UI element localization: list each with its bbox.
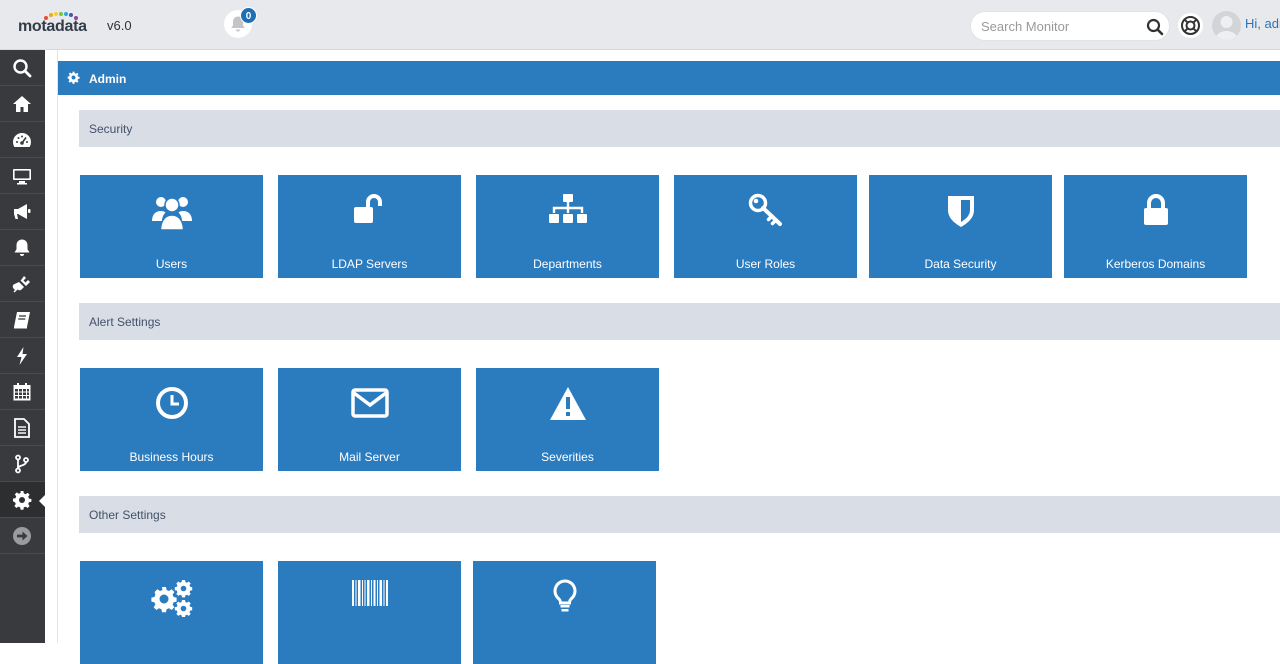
tile-mail-server[interactable]: Mail Server bbox=[278, 368, 461, 471]
search-box bbox=[970, 11, 1170, 41]
tile-business-hours[interactable]: Business Hours bbox=[80, 368, 263, 471]
search-icon[interactable] bbox=[1146, 18, 1164, 36]
help-button[interactable] bbox=[1178, 13, 1203, 38]
tile-label: Departments bbox=[533, 257, 602, 271]
sidebar-item-schedule[interactable] bbox=[0, 374, 45, 410]
alarm-bell-icon bbox=[14, 239, 30, 256]
sidebar-item-topology[interactable] bbox=[0, 446, 45, 482]
section-header-alert-settings: Alert Settings bbox=[79, 303, 1280, 340]
sitemap-icon bbox=[548, 194, 587, 223]
section-title: Security bbox=[89, 122, 133, 136]
sidebar-item-dashboard[interactable] bbox=[0, 122, 45, 158]
plug-icon bbox=[12, 276, 30, 293]
sidebar-item-search[interactable] bbox=[0, 50, 45, 86]
calendar-icon bbox=[13, 383, 31, 401]
shield-icon bbox=[947, 196, 974, 227]
user-silhouette-icon bbox=[1215, 16, 1238, 40]
search-icon bbox=[13, 59, 32, 78]
user-avatar[interactable] bbox=[1212, 11, 1241, 40]
tile-tips[interactable] bbox=[473, 561, 656, 664]
user-greeting[interactable]: Hi, adm bbox=[1245, 16, 1280, 31]
users-icon bbox=[151, 197, 192, 231]
gear-icon bbox=[13, 491, 32, 510]
sidebar-item-plugins[interactable] bbox=[0, 266, 45, 302]
tile-label: Data Security bbox=[924, 257, 997, 271]
clock-icon bbox=[155, 387, 188, 419]
gears-icon bbox=[150, 580, 192, 617]
tile-departments[interactable]: Departments bbox=[476, 175, 659, 278]
tile-label: User Roles bbox=[735, 257, 796, 271]
sidebar-item-runbooks[interactable] bbox=[0, 302, 45, 338]
envelope-icon bbox=[350, 388, 389, 418]
tile-ldap-servers[interactable]: LDAP Servers bbox=[278, 175, 461, 278]
tile-label: Users bbox=[155, 257, 188, 271]
tile-users[interactable]: Users bbox=[80, 175, 263, 278]
tile-license[interactable] bbox=[278, 561, 461, 664]
sidebar-item-home[interactable] bbox=[0, 86, 45, 122]
monitor-icon bbox=[13, 169, 31, 185]
logo-text: motadata bbox=[18, 18, 87, 35]
sidebar-item-announcements[interactable] bbox=[0, 194, 45, 230]
bolt-icon bbox=[17, 347, 27, 365]
tile-system-settings[interactable] bbox=[80, 561, 263, 664]
tile-label: Kerberos Domains bbox=[1105, 257, 1206, 271]
top-bar: motadata v6.0 0 Hi, adm bbox=[0, 0, 1280, 50]
admin-header-bar: Admin bbox=[58, 61, 1280, 95]
home-icon bbox=[13, 96, 31, 112]
tile-data-security[interactable]: Data Security bbox=[869, 175, 1052, 278]
tile-kerberos-domains[interactable]: Kerberos Domains bbox=[1064, 175, 1247, 278]
notification-count-badge: 0 bbox=[240, 7, 257, 24]
section-title: Other Settings bbox=[89, 508, 166, 522]
report-icon bbox=[14, 418, 30, 438]
key-icon bbox=[748, 193, 782, 226]
tile-severities[interactable]: Severities bbox=[476, 368, 659, 471]
sidebar-item-actions[interactable] bbox=[0, 338, 45, 374]
tile-label: Mail Server bbox=[339, 450, 400, 464]
dashboard-icon bbox=[13, 133, 32, 147]
tile-label: Business Hours bbox=[129, 450, 214, 464]
branch-icon bbox=[15, 454, 29, 474]
motadata-logo[interactable]: motadata bbox=[18, 12, 90, 38]
arrow-right-icon bbox=[13, 527, 31, 545]
warning-icon bbox=[549, 387, 586, 420]
unlock-icon bbox=[353, 194, 382, 223]
gear-icon bbox=[67, 71, 80, 84]
lock-icon bbox=[1143, 194, 1168, 225]
book-icon bbox=[14, 312, 30, 329]
section-header-security: Security bbox=[79, 110, 1280, 147]
sidebar-item-alerts[interactable] bbox=[0, 230, 45, 266]
section-header-other-settings: Other Settings bbox=[79, 496, 1280, 533]
search-monitor-input[interactable] bbox=[981, 19, 1131, 34]
sidebar-item-admin[interactable] bbox=[0, 482, 46, 518]
lifebuoy-icon bbox=[1181, 16, 1200, 35]
sidebar-item-logout[interactable] bbox=[0, 518, 45, 554]
tile-label: LDAP Servers bbox=[331, 257, 408, 271]
left-sidebar bbox=[0, 50, 46, 643]
section-title: Alert Settings bbox=[89, 315, 161, 329]
sidebar-item-monitor[interactable] bbox=[0, 158, 45, 194]
sidebar-item-reports[interactable] bbox=[0, 410, 45, 446]
page-title: Admin bbox=[89, 72, 127, 86]
barcode-icon bbox=[351, 580, 388, 606]
version-label: v6.0 bbox=[107, 18, 132, 33]
tile-user-roles[interactable]: User Roles bbox=[674, 175, 857, 278]
tile-label: Severities bbox=[541, 450, 594, 464]
lightbulb-icon bbox=[553, 579, 576, 612]
megaphone-icon bbox=[14, 204, 31, 219]
